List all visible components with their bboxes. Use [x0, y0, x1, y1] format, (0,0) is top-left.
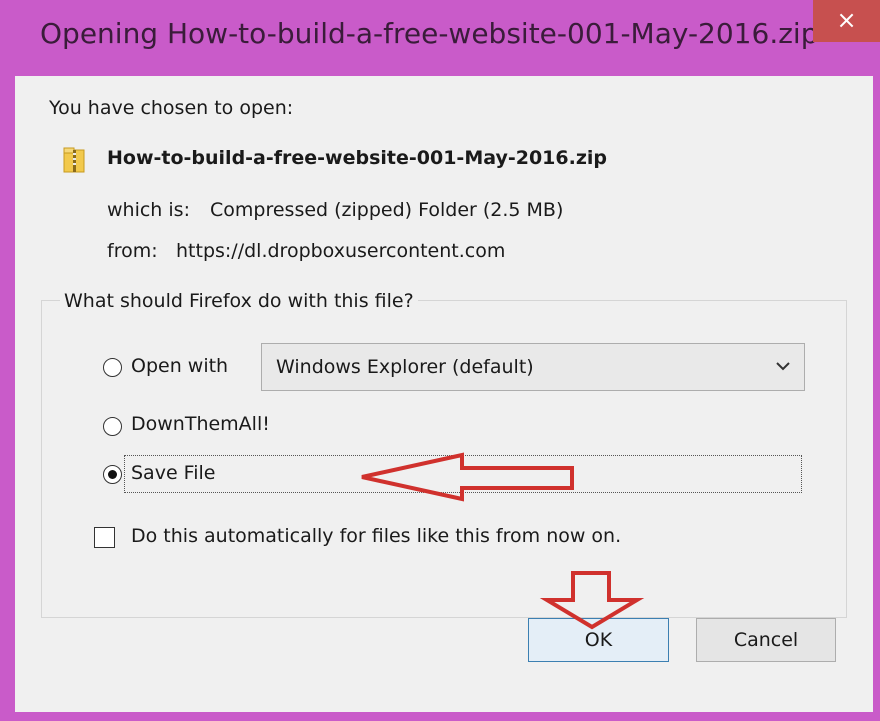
ok-button[interactable]: OK [528, 618, 669, 662]
radio-selected-dot [108, 470, 117, 479]
save-file-label[interactable]: Save File [131, 462, 215, 484]
save-file-radio[interactable] [103, 465, 122, 484]
window-title: Opening How-to-build-a-free-website-001-… [40, 17, 819, 50]
auto-action-label[interactable]: Do this automatically for files like thi… [131, 525, 621, 547]
open-with-select-value: Windows Explorer (default) [276, 356, 534, 378]
file-type-label: which is: [107, 199, 190, 221]
action-group-title: What should Firefox do with this file? [60, 290, 418, 312]
file-source-label: from: [107, 240, 158, 262]
open-with-select[interactable]: Windows Explorer (default) [261, 343, 805, 391]
save-file-focus-rect [124, 455, 802, 493]
file-name: How-to-build-a-free-website-001-May-2016… [107, 147, 608, 169]
close-icon: × [836, 6, 857, 34]
open-with-radio[interactable] [103, 358, 122, 377]
title-bar[interactable]: Opening How-to-build-a-free-website-001-… [0, 0, 880, 76]
cancel-button[interactable]: Cancel [696, 618, 836, 662]
intro-text: You have chosen to open: [49, 97, 294, 119]
close-button[interactable]: × [813, 0, 880, 42]
download-dialog: Opening How-to-build-a-free-website-001-… [0, 0, 880, 721]
file-source-value: https://dl.dropboxusercontent.com [176, 240, 506, 262]
auto-action-checkbox[interactable] [94, 527, 115, 548]
open-with-label[interactable]: Open with [131, 355, 228, 377]
downthemall-label[interactable]: DownThemAll! [131, 413, 270, 435]
downthemall-radio[interactable] [103, 417, 122, 436]
chevron-down-icon [776, 362, 790, 371]
zip-folder-icon [63, 147, 85, 173]
file-type-value: Compressed (zipped) Folder (2.5 MB) [210, 199, 564, 221]
